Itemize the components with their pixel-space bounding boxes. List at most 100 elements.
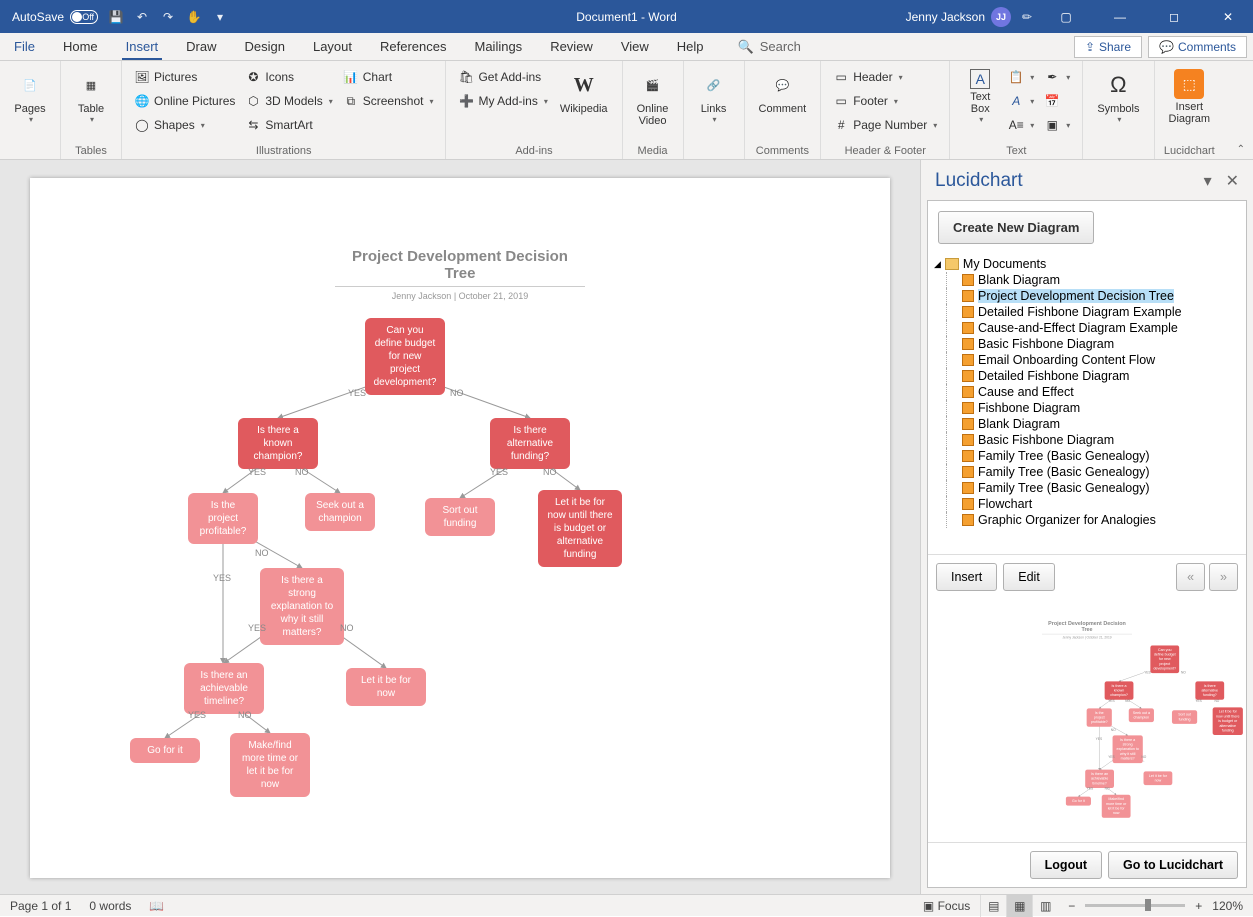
comments-button[interactable]: 💬Comments — [1148, 36, 1247, 58]
search-box[interactable]: 🔍 Search — [738, 33, 801, 60]
shapes-icon: ◯ — [134, 117, 150, 133]
undo-icon[interactable]: ↶ — [134, 9, 150, 25]
online-pictures-button[interactable]: 🌐Online Pictures — [130, 89, 239, 113]
icons-button[interactable]: ✪Icons — [241, 65, 336, 89]
tree-item[interactable]: Basic Fishbone Diagram — [932, 336, 1242, 352]
qat-customize-icon[interactable]: ▾ — [212, 9, 228, 25]
footer-button[interactable]: ▭Footer▾ — [829, 89, 941, 113]
header-button[interactable]: ▭Header▾ — [829, 65, 941, 89]
share-button[interactable]: ⇪Share — [1074, 36, 1142, 58]
save-icon[interactable]: 💾 — [108, 9, 124, 25]
collapse-ribbon-icon[interactable]: ⌃ — [1237, 144, 1245, 155]
web-layout-icon[interactable]: ▥ — [1032, 895, 1058, 917]
table-button[interactable]: ▦Table▾ — [69, 65, 113, 128]
prev-page-button[interactable]: « — [1176, 563, 1205, 591]
word-count[interactable]: 0 words — [89, 899, 131, 913]
drop-cap-button[interactable]: A≡▾ — [1004, 113, 1038, 137]
signature-icon: ✒ — [1044, 69, 1060, 85]
close-icon[interactable]: ✕ — [1205, 0, 1251, 33]
tree-item[interactable]: Flowchart — [932, 496, 1242, 512]
tree-toggle-icon[interactable]: ◢ — [934, 259, 941, 270]
comment-button[interactable]: 💬Comment — [753, 65, 813, 119]
tab-design[interactable]: Design — [231, 33, 299, 60]
quick-parts-button[interactable]: 📋▾ — [1004, 65, 1038, 89]
tree-item[interactable]: Graphic Organizer for Analogies — [932, 512, 1242, 528]
object-button[interactable]: ▣▾ — [1040, 113, 1074, 137]
shapes-button[interactable]: ◯Shapes▾ — [130, 113, 239, 137]
toggle-switch[interactable]: Off — [70, 10, 98, 24]
autosave-toggle[interactable]: AutoSave Off — [12, 10, 98, 24]
tab-insert[interactable]: Insert — [112, 33, 173, 60]
page-number-button[interactable]: #Page Number▾ — [829, 113, 941, 137]
tab-draw[interactable]: Draw — [172, 33, 230, 60]
tree-item[interactable]: Detailed Fishbone Diagram — [932, 368, 1242, 384]
links-button[interactable]: 🔗Links▾ — [692, 65, 736, 128]
goto-lucidchart-button[interactable]: Go to Lucidchart — [1108, 851, 1238, 879]
page[interactable]: Project Development Decision Tree Jenny … — [30, 178, 890, 878]
insert-diagram-button[interactable]: ⬚InsertDiagram — [1163, 65, 1217, 129]
chart-button[interactable]: 📊Chart — [339, 65, 438, 89]
date-time-button[interactable]: 📅 — [1040, 89, 1074, 113]
minimize-icon[interactable]: — — [1097, 0, 1143, 33]
zoom-out-button[interactable]: − — [1068, 899, 1075, 913]
maximize-icon[interactable]: ◻ — [1151, 0, 1197, 33]
tree-item[interactable]: Detailed Fishbone Diagram Example — [932, 304, 1242, 320]
tree-item[interactable]: Cause and Effect — [932, 384, 1242, 400]
wikipedia-button[interactable]: WWikipedia — [554, 65, 614, 119]
edit-button[interactable]: Edit — [1003, 563, 1055, 591]
tree-item[interactable]: Project Development Decision Tree — [932, 288, 1242, 304]
touch-mode-icon[interactable]: ✋ — [186, 9, 202, 25]
tab-file[interactable]: File — [0, 33, 49, 60]
print-layout-icon[interactable]: ▦ — [1006, 895, 1032, 917]
panel-close-icon[interactable]: ✕ — [1226, 171, 1239, 191]
tree-item[interactable]: Blank Diagram — [932, 416, 1242, 432]
tab-view[interactable]: View — [607, 33, 663, 60]
page-indicator[interactable]: Page 1 of 1 — [10, 899, 71, 913]
zoom-slider[interactable] — [1085, 904, 1185, 907]
tree-item[interactable]: Cause-and-Effect Diagram Example — [932, 320, 1242, 336]
ribbon-display-icon[interactable]: ▢ — [1043, 0, 1089, 33]
tab-help[interactable]: Help — [663, 33, 718, 60]
my-addins-button[interactable]: ➕My Add-ins▾ — [454, 89, 551, 113]
tree-folder[interactable]: ◢ My Documents — [932, 256, 1242, 272]
tree-item[interactable]: Blank Diagram — [932, 272, 1242, 288]
tree-item[interactable]: Family Tree (Basic Genealogy) — [932, 464, 1242, 480]
zoom-in-button[interactable]: + — [1195, 899, 1202, 913]
logout-button[interactable]: Logout — [1030, 851, 1102, 879]
smartart-button[interactable]: ⇆SmartArt — [241, 113, 336, 137]
tab-review[interactable]: Review — [536, 33, 607, 60]
signature-button[interactable]: ✒▾ — [1040, 65, 1074, 89]
tab-mailings[interactable]: Mailings — [461, 33, 537, 60]
tree-item[interactable]: Basic Fishbone Diagram — [932, 432, 1242, 448]
edge-label: NO — [450, 388, 464, 398]
document-tree[interactable]: ◢ My Documents Blank DiagramProject Deve… — [928, 254, 1246, 554]
user-account[interactable]: Jenny Jackson JJ — [906, 7, 1011, 27]
online-video-button[interactable]: 🎬OnlineVideo — [631, 65, 675, 131]
tree-item[interactable]: Email Onboarding Content Flow — [932, 352, 1242, 368]
tab-layout[interactable]: Layout — [299, 33, 366, 60]
redo-icon[interactable]: ↷ — [160, 9, 176, 25]
screenshot-button[interactable]: ⧉Screenshot▾ — [339, 89, 438, 113]
zoom-level[interactable]: 120% — [1212, 899, 1243, 913]
symbols-button[interactable]: ΩSymbols▾ — [1091, 65, 1145, 128]
tab-home[interactable]: Home — [49, 33, 112, 60]
proofing-icon[interactable]: 📖 — [149, 899, 164, 913]
focus-mode[interactable]: ▣ Focus — [923, 899, 970, 913]
pictures-button[interactable]: 🖼Pictures — [130, 65, 239, 89]
tree-item-label: Email Onboarding Content Flow — [978, 353, 1155, 367]
text-box-button[interactable]: ATextBox▾ — [958, 65, 1002, 128]
create-new-diagram-button[interactable]: Create New Diagram — [938, 211, 1094, 244]
3d-models-button[interactable]: ⬡3D Models▾ — [241, 89, 336, 113]
wordart-button[interactable]: A▾ — [1004, 89, 1038, 113]
panel-dropdown-icon[interactable]: ▾ — [1204, 171, 1212, 191]
next-page-button[interactable]: » — [1209, 563, 1238, 591]
insert-button[interactable]: Insert — [936, 563, 997, 591]
read-mode-icon[interactable]: ▤ — [980, 895, 1006, 917]
tree-item[interactable]: Family Tree (Basic Genealogy) — [932, 448, 1242, 464]
paint-icon[interactable]: ✏ — [1019, 9, 1035, 25]
pages-button[interactable]: 📄Pages▾ — [8, 65, 52, 128]
tree-item[interactable]: Family Tree (Basic Genealogy) — [932, 480, 1242, 496]
tree-item[interactable]: Fishbone Diagram — [932, 400, 1242, 416]
tab-references[interactable]: References — [366, 33, 460, 60]
get-addins-button[interactable]: 🛍Get Add-ins — [454, 65, 551, 89]
